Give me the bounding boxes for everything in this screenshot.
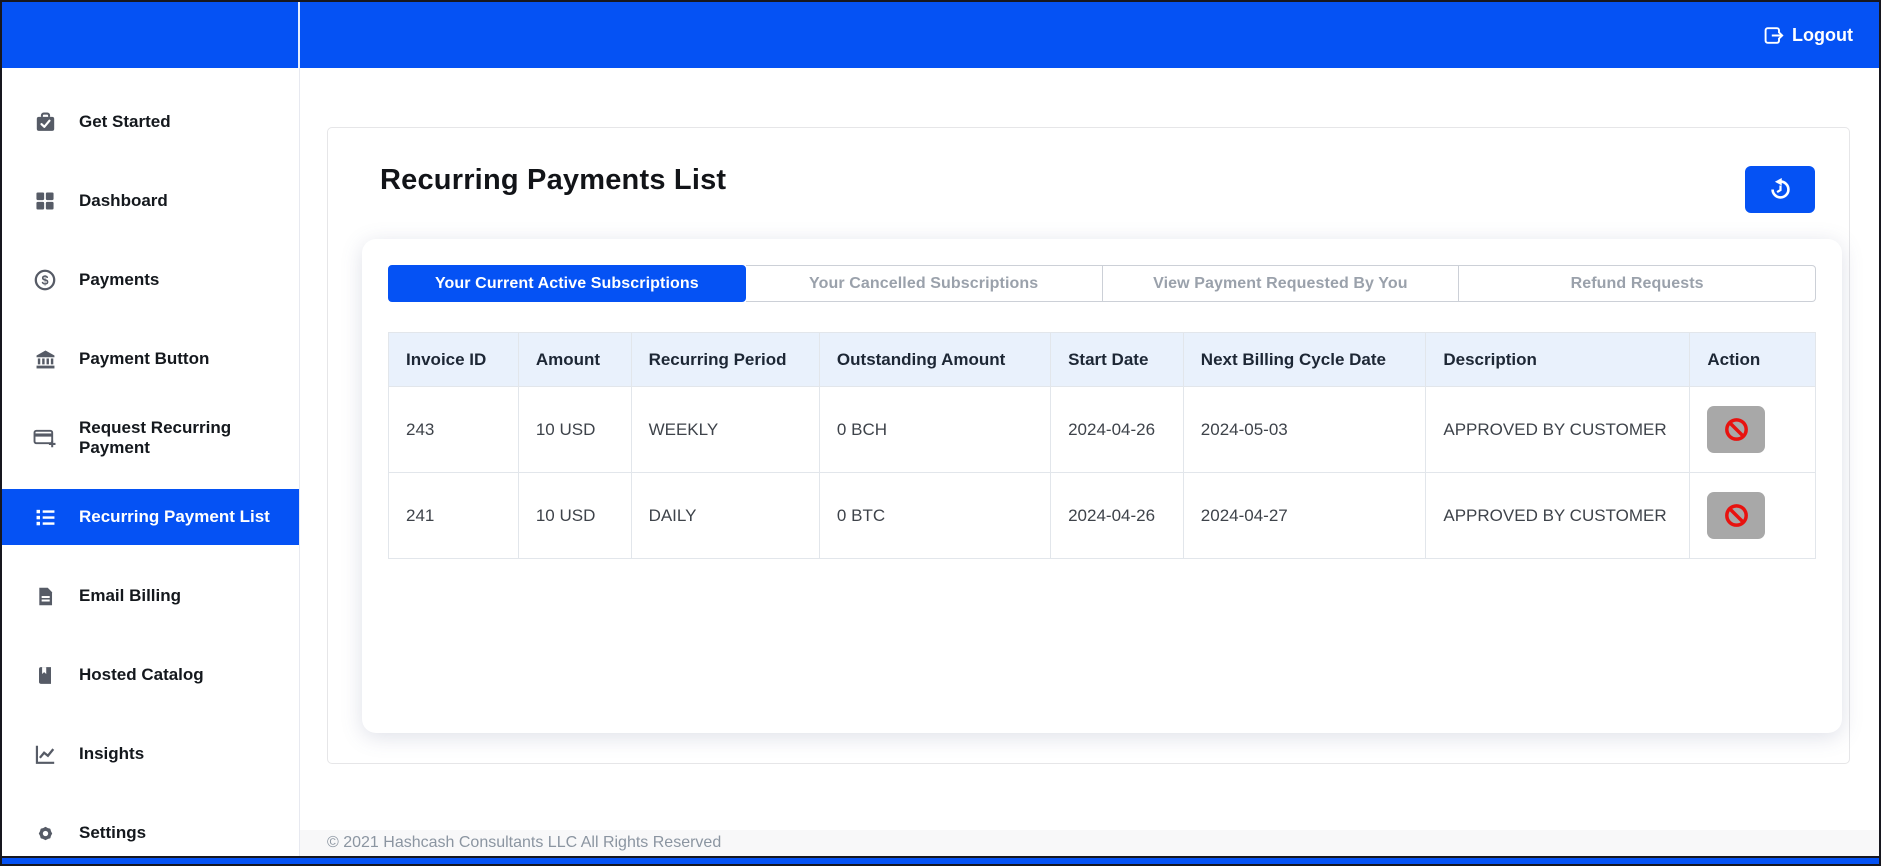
sidebar-item-label: Request Recurring Payment [79, 417, 232, 457]
logout-label: Logout [1792, 24, 1853, 45]
col-amount: Amount [517, 332, 632, 387]
cancel-subscription-button[interactable] [1707, 492, 1766, 539]
cell-next-billing-cycle-date: 2024-04-27 [1182, 472, 1427, 559]
sidebar-item-label: Settings [79, 822, 147, 842]
subscription-tabs: Your Current Active Subscriptions Your C… [388, 265, 1816, 302]
ban-icon [1723, 502, 1750, 529]
logout-icon [1764, 26, 1785, 45]
recurring-payments-panel: Recurring Payments List Your Current Act… [327, 127, 1850, 764]
history-icon [1768, 177, 1793, 202]
col-description: Description [1425, 332, 1691, 387]
logout-button[interactable]: Logout [1764, 25, 1853, 46]
sidebar-item-email-billing[interactable]: Email Billing [2, 568, 299, 624]
sidebar-item-payments[interactable]: $ Payments [2, 252, 299, 308]
footer: © 2021 Hashcash Consultants LLC All Righ… [300, 830, 1879, 856]
gear-icon [32, 822, 58, 845]
briefcase-check-icon [32, 111, 58, 134]
copyright-text: © 2021 Hashcash Consultants LLC All Righ… [327, 834, 722, 851]
cell-next-billing-cycle-date: 2024-05-03 [1182, 386, 1427, 473]
tab-refund-requests[interactable]: Refund Requests [1459, 265, 1816, 302]
table-row: 243 10 USD WEEKLY 0 BCH 2024-04-26 2024-… [388, 386, 1816, 473]
sidebar-item-get-started[interactable]: Get Started [2, 94, 299, 150]
cell-action [1689, 472, 1816, 559]
col-recurring-period: Recurring Period [630, 332, 820, 387]
subscriptions-card: Your Current Active Subscriptions Your C… [362, 239, 1842, 733]
col-action: Action [1689, 332, 1816, 387]
col-next-billing-cycle-date: Next Billing Cycle Date [1182, 332, 1427, 387]
table-header-row: Invoice ID Amount Recurring Period Outst… [388, 332, 1816, 387]
svg-text:$: $ [41, 273, 48, 287]
sidebar-item-recurring-payment-list[interactable]: Recurring Payment List [2, 489, 299, 545]
sidebar-item-label: Get Started [79, 111, 171, 131]
sidebar-item-hosted-catalog[interactable]: Hosted Catalog [2, 647, 299, 703]
sidebar-item-label: Payments [79, 269, 160, 289]
refresh-history-button[interactable] [1745, 166, 1815, 213]
cell-outstanding-amount: 0 BTC [818, 472, 1052, 559]
dashboard-grid-icon [32, 190, 58, 212]
sidebar-item-label: Recurring Payment List [79, 506, 270, 526]
sidebar-item-label: Email Billing [79, 585, 182, 605]
cell-amount: 10 USD [517, 472, 632, 559]
cell-outstanding-amount: 0 BCH [818, 386, 1052, 473]
sidebar-item-payment-button[interactable]: Payment Button [2, 331, 299, 387]
tab-view-payment-requested[interactable]: View Payment Requested By You [1102, 265, 1460, 302]
col-start-date: Start Date [1050, 332, 1184, 387]
cell-recurring-period: WEEKLY [630, 386, 820, 473]
card-plus-icon [32, 426, 58, 450]
bottom-accent-strip [2, 856, 1879, 864]
bank-icon [32, 348, 58, 371]
main-content: Recurring Payments List Your Current Act… [300, 68, 1879, 856]
sidebar-item-settings[interactable]: Settings [2, 805, 299, 856]
cell-action [1689, 386, 1816, 473]
subscriptions-table: Invoice ID Amount Recurring Period Outst… [388, 332, 1816, 559]
cell-start-date: 2024-04-26 [1050, 472, 1184, 559]
cell-description: APPROVED BY CUSTOMER [1425, 472, 1691, 559]
col-invoice-id: Invoice ID [388, 332, 519, 387]
sidebar-item-label: Dashboard [79, 190, 168, 210]
tab-current-active-subscriptions[interactable]: Your Current Active Subscriptions [388, 265, 746, 302]
sidebar-item-label: Hosted Catalog [79, 664, 204, 684]
tab-cancelled-subscriptions[interactable]: Your Cancelled Subscriptions [745, 265, 1103, 302]
sidebar-item-label: Payment Button [79, 348, 210, 368]
ban-icon [1723, 416, 1750, 443]
sidebar-item-label: Insights [79, 743, 145, 763]
cell-invoice-id: 243 [388, 386, 519, 473]
sidebar: Get Started Dashboard $ Payments Payment… [2, 68, 300, 856]
page-title: Recurring Payments List [380, 164, 727, 196]
file-icon [32, 586, 58, 607]
cell-description: APPROVED BY CUSTOMER [1425, 386, 1691, 473]
dollar-circle-icon: $ [32, 268, 58, 292]
table-row: 241 10 USD DAILY 0 BTC 2024-04-26 2024-0… [388, 472, 1816, 559]
cell-amount: 10 USD [517, 386, 632, 473]
sidebar-item-request-recurring-payment[interactable]: Request Recurring Payment [2, 410, 299, 466]
col-outstanding-amount: Outstanding Amount [818, 332, 1052, 387]
cancel-subscription-button[interactable] [1707, 406, 1766, 453]
app-window: Logout Get Started Dashboard $ Payments … [0, 0, 1881, 866]
sidebar-item-dashboard[interactable]: Dashboard [2, 173, 299, 229]
cell-start-date: 2024-04-26 [1050, 386, 1184, 473]
topbar: Logout [2, 2, 1879, 68]
cell-recurring-period: DAILY [630, 472, 820, 559]
sidebar-topbar-divider [298, 2, 300, 68]
cell-invoice-id: 241 [388, 472, 519, 559]
chart-line-icon [32, 743, 58, 766]
list-icon [32, 506, 58, 529]
sidebar-item-insights[interactable]: Insights [2, 726, 299, 782]
book-icon [32, 665, 58, 686]
